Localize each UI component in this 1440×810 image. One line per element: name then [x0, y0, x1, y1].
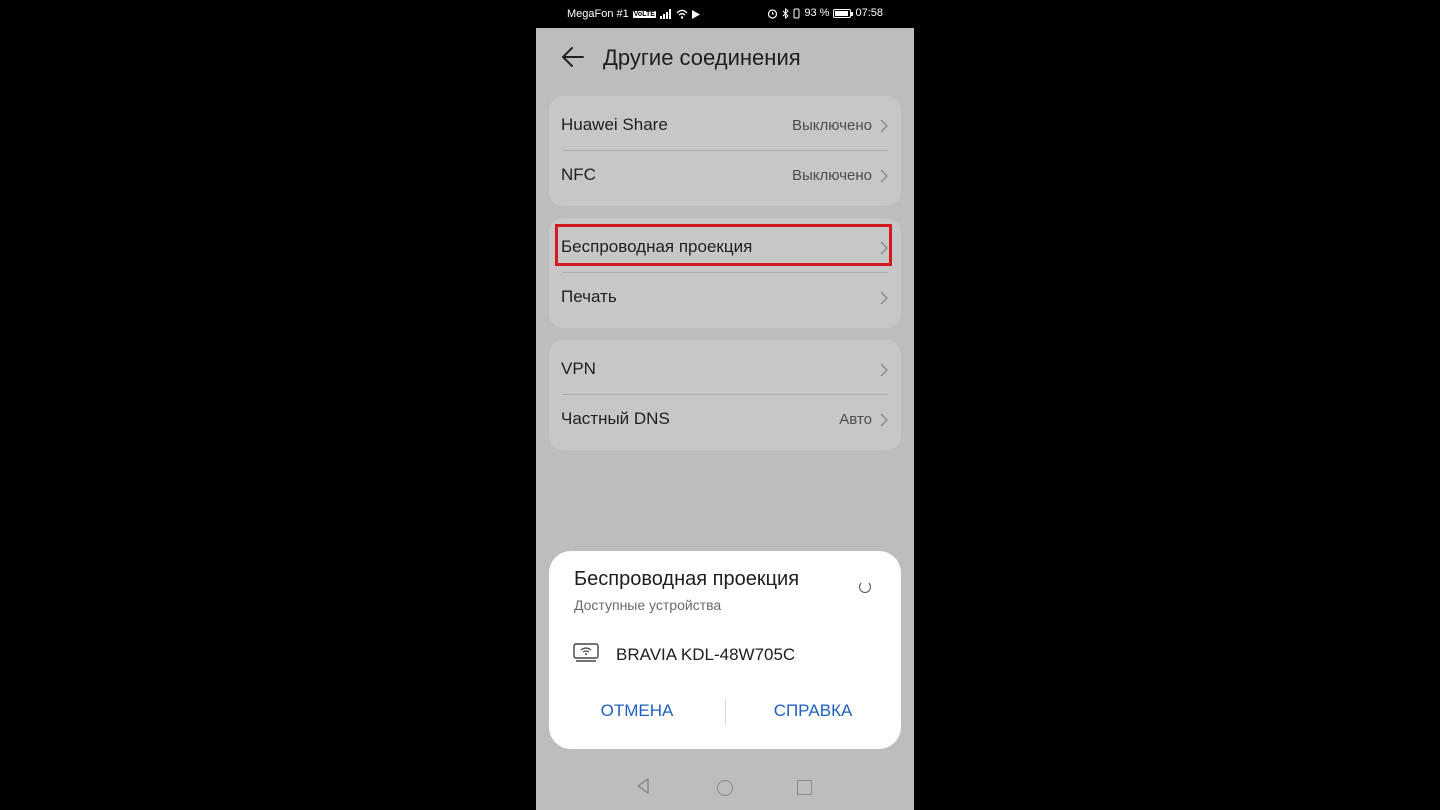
- navigation-bar: [536, 768, 914, 808]
- nav-recents-icon[interactable]: [797, 780, 812, 795]
- settings-group-network: VPN Частный DNS Авто: [549, 340, 901, 450]
- wifi-icon: [676, 9, 688, 19]
- setting-label: Huawei Share: [561, 115, 668, 134]
- dialog-subtitle: Доступные устройства: [574, 597, 722, 613]
- setting-label: Частный DNS: [561, 409, 670, 428]
- status-left: MegaFon #1 VoLTE: [567, 8, 700, 20]
- clock: 07:58: [855, 7, 883, 19]
- page-title: Другие соединения: [603, 45, 801, 70]
- carrier-name: MegaFon #1: [567, 8, 629, 20]
- phone-screen: MegaFon #1 VoLTE 93 % 07:58 Другие соеди…: [536, 0, 914, 810]
- status-bar: MegaFon #1 VoLTE 93 % 07:58: [536, 0, 914, 28]
- chevron-right-icon: [880, 169, 888, 183]
- highlight-box: [555, 224, 892, 266]
- wireless-projection-dialog: Беспроводная проекция Доступные устройст…: [549, 551, 901, 749]
- back-arrow-icon[interactable]: [560, 44, 586, 70]
- setting-value: Выключено: [792, 117, 872, 134]
- setting-vpn[interactable]: VPN: [549, 345, 901, 395]
- help-button[interactable]: СПРАВКА: [725, 701, 901, 721]
- setting-private-dns[interactable]: Частный DNS Авто: [549, 395, 901, 445]
- chevron-right-icon: [880, 363, 888, 377]
- loading-spinner-icon: [859, 581, 871, 593]
- status-right: 93 % 07:58: [767, 7, 883, 19]
- settings-group-sharing: Huawei Share Выключено NFC Выключено: [549, 96, 901, 206]
- battery-percent: 93 %: [804, 7, 830, 19]
- setting-print[interactable]: Печать: [549, 273, 901, 323]
- dialog-title: Беспроводная проекция: [574, 568, 800, 590]
- signal-icon: [659, 9, 671, 19]
- chevron-right-icon: [880, 291, 888, 305]
- tv-wifi-icon: [573, 643, 599, 662]
- volte-badge: VoLTE: [632, 10, 656, 18]
- setting-value: Выключено: [792, 167, 872, 184]
- play-icon: [691, 9, 700, 19]
- page-header: Другие соединения: [536, 28, 914, 90]
- setting-label: Печать: [561, 287, 617, 306]
- battery-icon: [833, 8, 854, 18]
- device-item[interactable]: BRAVIA KDL-48W705C: [549, 639, 901, 675]
- vibrate-icon: [793, 8, 800, 18]
- setting-label: VPN: [561, 359, 596, 378]
- chevron-right-icon: [880, 119, 888, 133]
- alarm-icon: [768, 8, 778, 19]
- nav-back-icon[interactable]: [636, 778, 650, 794]
- bluetooth-icon: [783, 7, 790, 19]
- device-name: BRAVIA KDL-48W705C: [616, 645, 796, 664]
- setting-huawei-share[interactable]: Huawei Share Выключено: [549, 101, 901, 151]
- setting-nfc[interactable]: NFC Выключено: [549, 151, 901, 201]
- setting-label: NFC: [561, 165, 596, 184]
- chevron-right-icon: [880, 413, 888, 427]
- setting-value: Авто: [839, 411, 872, 428]
- nav-home-icon[interactable]: [717, 780, 733, 796]
- cancel-button[interactable]: ОТМЕНА: [549, 701, 725, 721]
